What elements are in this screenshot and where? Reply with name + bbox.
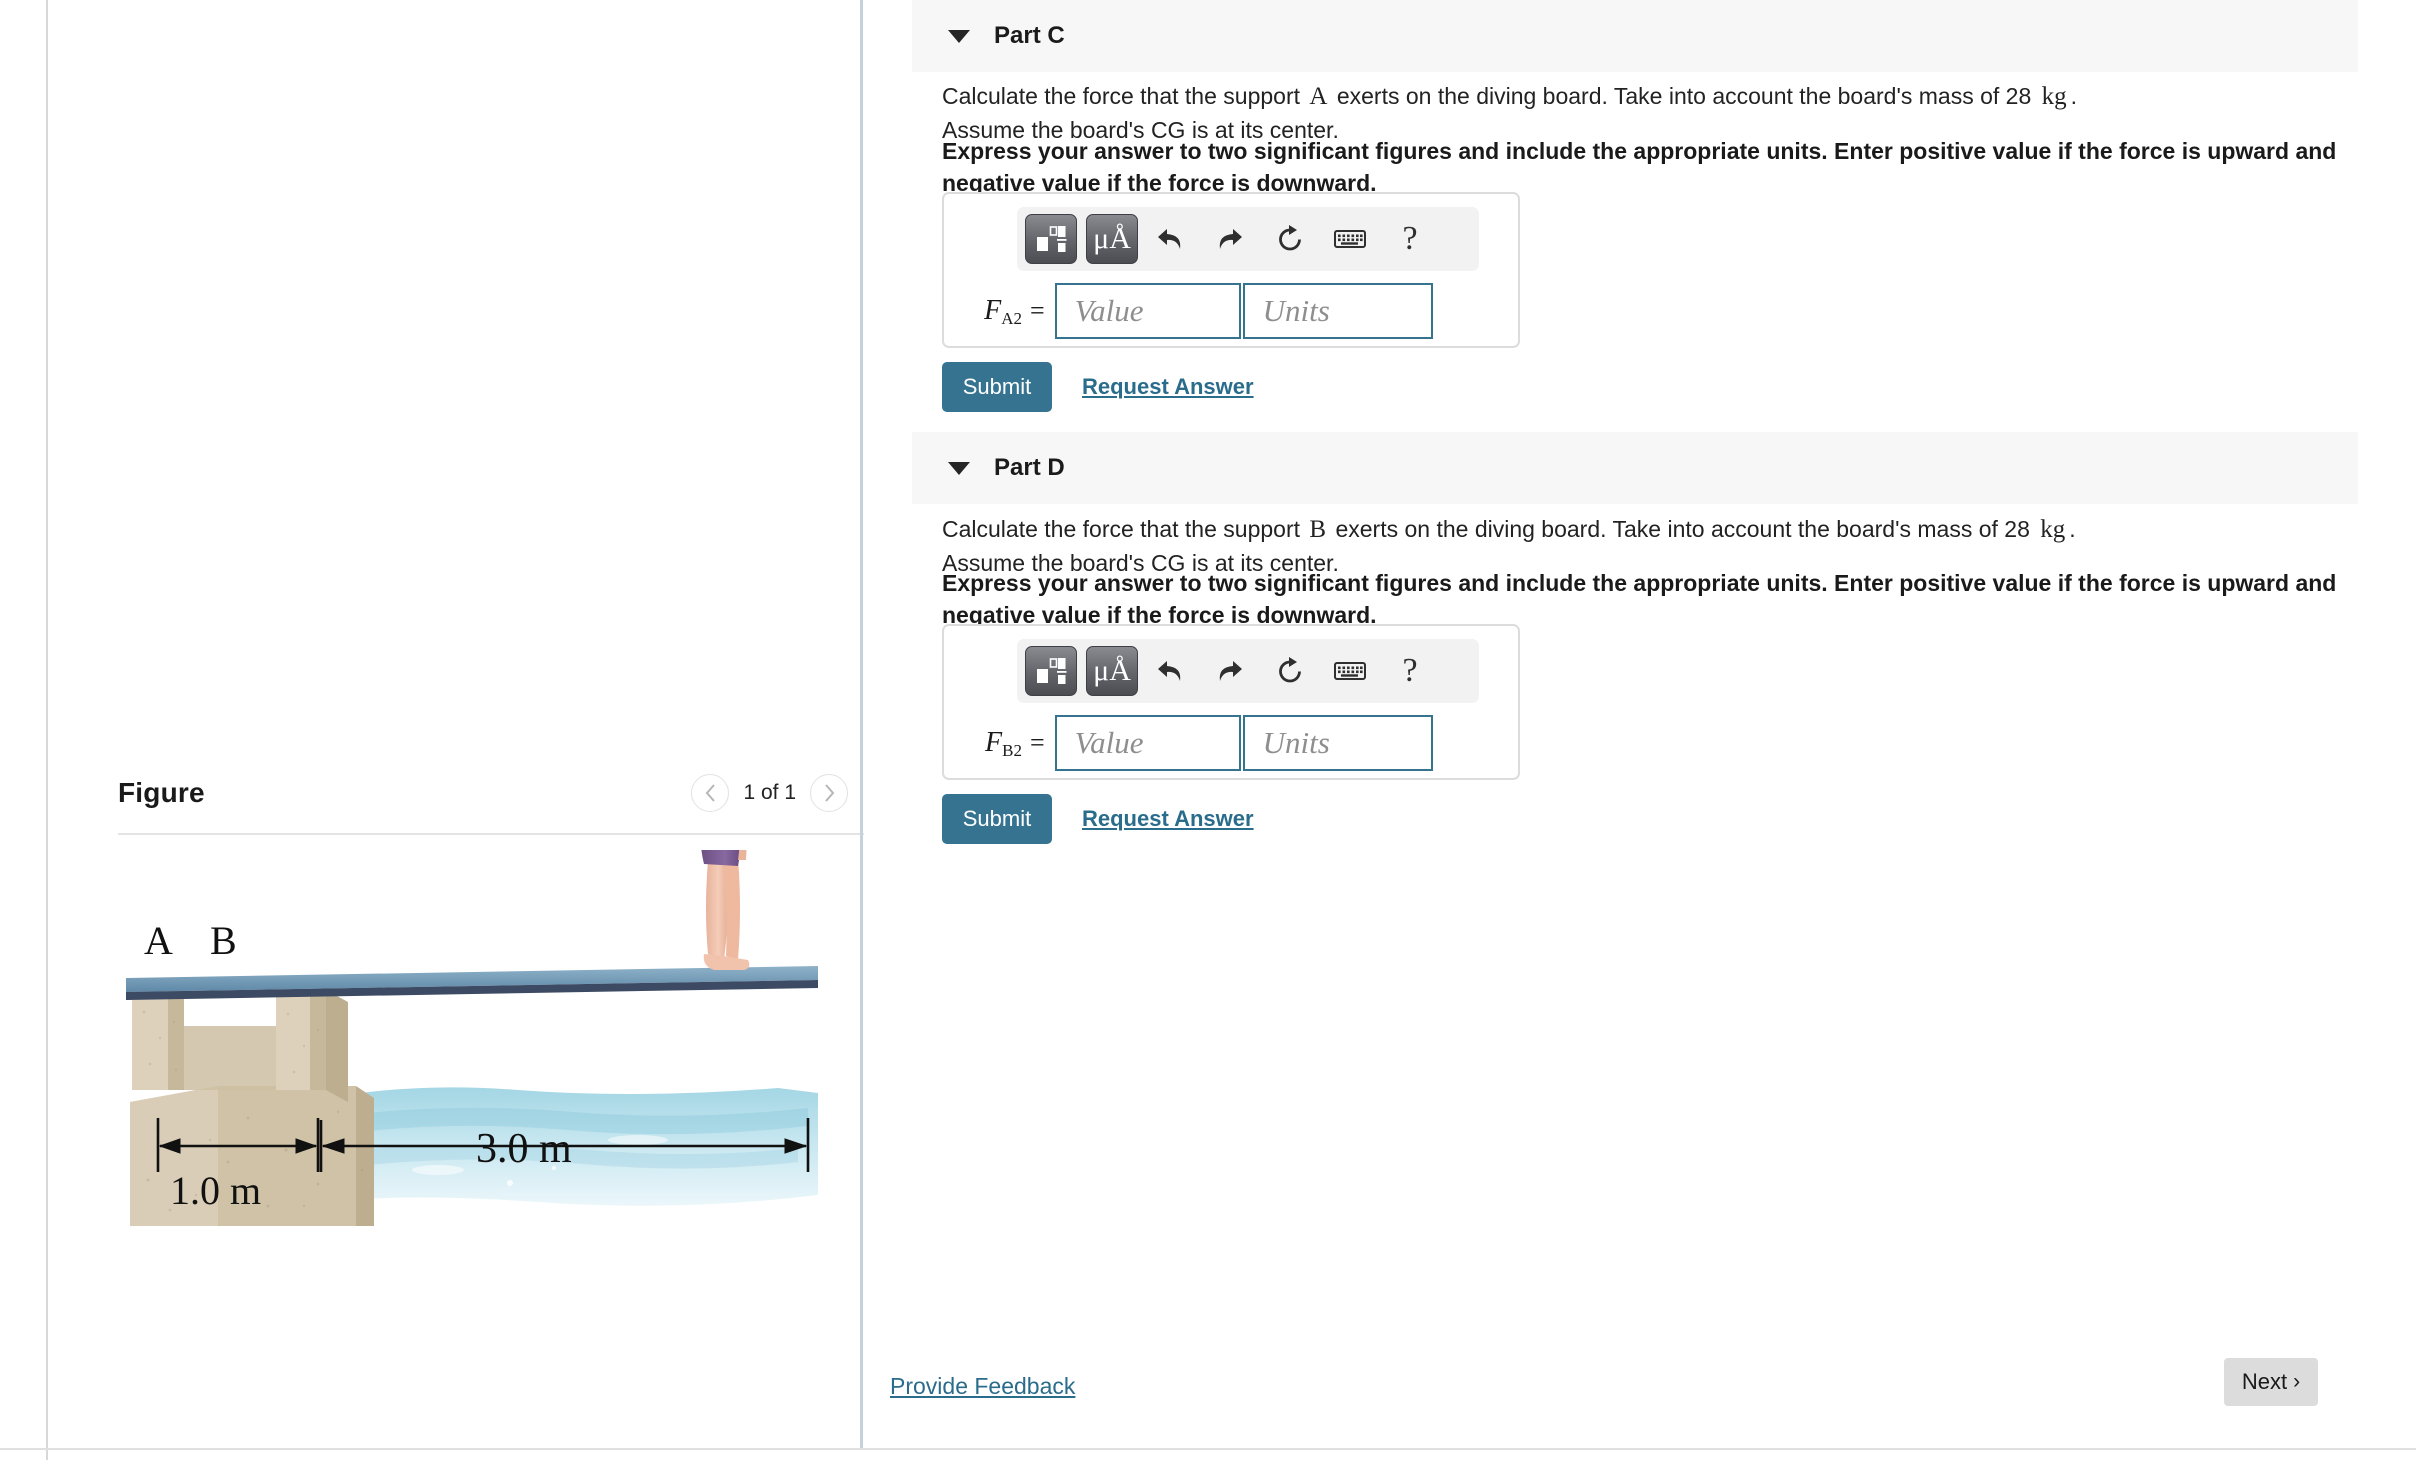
undo-icon[interactable]: [1142, 214, 1198, 264]
redo-icon[interactable]: [1202, 214, 1258, 264]
reset-icon[interactable]: [1262, 646, 1318, 696]
part-d-value-placeholder: Value: [1074, 725, 1144, 760]
next-button-label: Next: [2241, 1369, 2288, 1394]
help-icon[interactable]: ?: [1382, 646, 1438, 696]
part-d-units-input[interactable]: Units: [1242, 715, 1433, 771]
dimension-1m-label: 1.0 m: [170, 1168, 261, 1213]
part-d-instruction: Express your answer to two significant f…: [942, 570, 2337, 628]
part-c-support-var: A: [1309, 83, 1328, 110]
chevron-right-icon: [824, 784, 834, 802]
part-d-units-placeholder: Units: [1262, 725, 1330, 760]
part-d-question-mid: exerts on the diving board. Take into ac…: [1335, 516, 2030, 542]
part-c-force-letter: F: [984, 295, 1002, 326]
part-d-answer-box: μÅ ? FB2 = Value Units: [942, 624, 1520, 780]
figure-header-divider: [118, 833, 918, 835]
part-c-force-subscript: A2: [1001, 309, 1022, 328]
part-c-force-symbol: FA2: [944, 295, 1022, 328]
part-c-header[interactable]: Part C: [912, 0, 2358, 72]
undo-icon[interactable]: [1142, 646, 1198, 696]
diver-figure: [701, 850, 750, 970]
part-c-math-toolbar: μÅ ?: [1017, 207, 1479, 271]
help-label: ?: [1402, 220, 1418, 257]
part-d-label: Part D: [994, 454, 1065, 481]
part-d-question-suffix: .: [2069, 516, 2076, 542]
panel-divider: [860, 0, 863, 1448]
math-template-icon[interactable]: [1025, 214, 1077, 264]
part-c-mass-unit: kg: [2041, 83, 2067, 110]
part-c-value-placeholder: Value: [1074, 293, 1144, 328]
page-root: Figure 1 of 1 A B 1.0 m 3.0 m Part C Cal…: [0, 0, 2416, 1460]
diving-board: [126, 966, 818, 1000]
mu-angstrom-label: μÅ: [1093, 654, 1131, 687]
support-b-label: B: [210, 918, 237, 963]
figure-header: Figure 1 of 1: [118, 762, 848, 824]
caret-down-icon[interactable]: [948, 461, 970, 475]
problem-panel: Part C Calculate the force that the supp…: [864, 0, 2416, 1460]
part-d-actions: Submit Request Answer: [942, 794, 1254, 844]
part-d-support-var: B: [1309, 516, 1327, 543]
part-c-question-prefix: Calculate the force that the support: [942, 83, 1300, 109]
part-c-request-answer-link[interactable]: Request Answer: [1082, 374, 1254, 400]
keyboard-icon[interactable]: [1322, 214, 1378, 264]
part-d-mass-unit: kg: [2040, 516, 2066, 543]
figure-navigation: 1 of 1: [691, 774, 848, 812]
part-c-value-input[interactable]: Value: [1054, 283, 1241, 339]
figure-panel: Figure 1 of 1 A B 1.0 m 3.0 m: [48, 0, 918, 1460]
keyboard-icon[interactable]: [1322, 646, 1378, 696]
redo-icon[interactable]: [1202, 646, 1258, 696]
part-d-value-input[interactable]: Value: [1054, 715, 1241, 771]
support-pedestal-b: [276, 990, 348, 1102]
units-mu-angstrom-icon[interactable]: μÅ: [1086, 214, 1138, 264]
part-d-question-prefix: Calculate the force that the support: [942, 516, 1300, 542]
part-c-question-suffix: .: [2070, 83, 2078, 109]
help-label: ?: [1402, 652, 1418, 689]
part-c-equals-sign: =: [1030, 296, 1045, 325]
next-button[interactable]: Next ›: [2224, 1358, 2318, 1406]
figure-prev-button[interactable]: [691, 774, 730, 812]
part-c-instruction: Express your answer to two significant f…: [942, 138, 2337, 196]
diving-board-diagram: A B 1.0 m 3.0 m: [126, 850, 818, 1226]
figure-count-label: 1 of 1: [743, 781, 796, 804]
part-c-units-placeholder: Units: [1262, 293, 1330, 328]
part-d-submit-button[interactable]: Submit: [942, 794, 1052, 844]
part-d-force-subscript: B2: [1002, 741, 1022, 760]
chevron-left-icon: [705, 784, 715, 802]
provide-feedback-link[interactable]: Provide Feedback: [890, 1373, 1075, 1400]
part-d-force-letter: F: [985, 727, 1003, 758]
part-c-label: Part C: [994, 22, 1065, 49]
support-recess: [184, 1026, 276, 1090]
chevron-right-icon: ›: [2293, 1370, 2301, 1393]
part-c-actions: Submit Request Answer: [942, 362, 1254, 412]
part-c-units-input[interactable]: Units: [1242, 283, 1433, 339]
part-c-answer-row: FA2 = Value Units: [944, 280, 1518, 342]
part-c-question-mid: exerts on the diving board. Take into ac…: [1336, 83, 2032, 109]
part-d-request-answer-link[interactable]: Request Answer: [1082, 806, 1254, 832]
part-c-answer-box: μÅ ? FA2 = Value Units: [942, 192, 1520, 348]
part-d-header[interactable]: Part D: [912, 432, 2358, 504]
footer-divider: [0, 1448, 2416, 1450]
mu-angstrom-label: μÅ: [1093, 222, 1131, 255]
part-d-answer-row: FB2 = Value Units: [944, 712, 1518, 774]
dimension-3m-label: 3.0 m: [476, 1126, 572, 1172]
part-c-submit-button[interactable]: Submit: [942, 362, 1052, 412]
figure-next-button[interactable]: [810, 774, 848, 812]
part-d-equals-sign: =: [1030, 728, 1045, 757]
reset-icon[interactable]: [1262, 214, 1318, 264]
help-icon[interactable]: ?: [1382, 214, 1438, 264]
math-template-icon[interactable]: [1025, 646, 1077, 696]
caret-down-icon[interactable]: [948, 29, 970, 43]
figure-title: Figure: [118, 777, 205, 808]
part-d-math-toolbar: μÅ ?: [1017, 639, 1479, 703]
units-mu-angstrom-icon[interactable]: μÅ: [1086, 646, 1138, 696]
part-d-force-symbol: FB2: [944, 727, 1022, 760]
support-pedestal-a: [132, 990, 184, 1090]
figure-illustration: A B 1.0 m 3.0 m: [118, 850, 858, 1370]
support-a-label: A: [144, 918, 173, 963]
